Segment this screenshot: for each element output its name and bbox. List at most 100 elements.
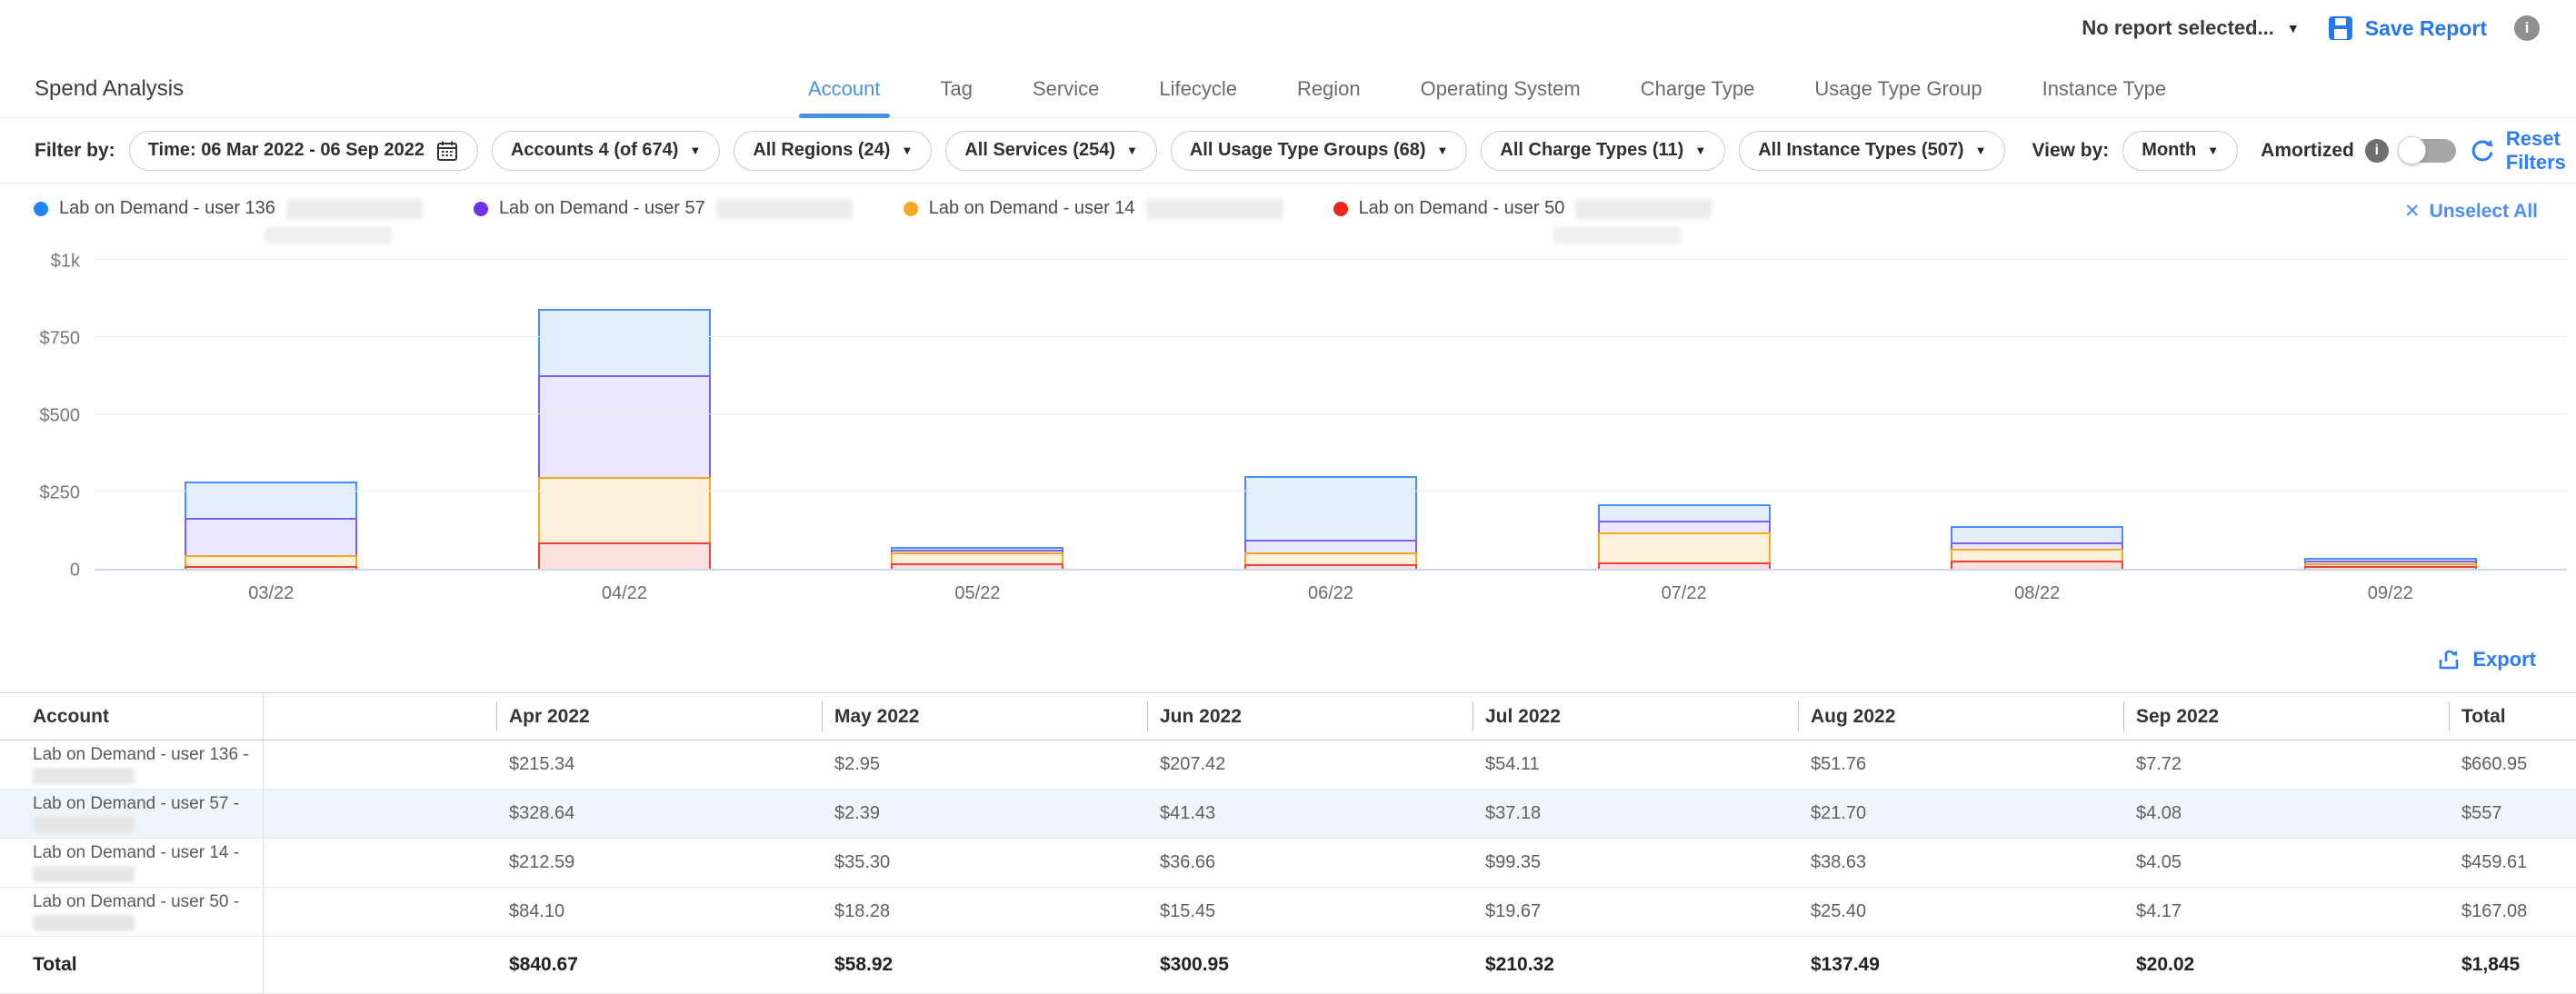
tab-charge-type[interactable]: Charge Type bbox=[1641, 77, 1755, 117]
info-icon[interactable]: i bbox=[2514, 15, 2540, 41]
filter-pill-all-charge-types-11[interactable]: All Charge Types (11)▼ bbox=[1481, 131, 1725, 171]
tab-usage-type-group[interactable]: Usage Type Group bbox=[1814, 77, 1982, 117]
tab-service[interactable]: Service bbox=[1033, 77, 1099, 117]
filter-pill-label: All Services (254) bbox=[964, 140, 1115, 161]
filter-pill-all-instance-types-507[interactable]: All Instance Types (507)▼ bbox=[1739, 131, 2005, 171]
legend-item-lab-on-demand-user-136[interactable]: Lab on Demand - user 136 bbox=[34, 198, 423, 219]
chart-segment-lab-on-demand-user-14[interactable] bbox=[1598, 532, 1771, 563]
chart-segment-lab-on-demand-user-50[interactable] bbox=[2304, 566, 2477, 569]
chart-segment-lab-on-demand-user-57[interactable] bbox=[1598, 521, 1771, 532]
chart-bars bbox=[95, 262, 2567, 569]
account-name: Lab on Demand - user 57 - bbox=[33, 794, 254, 814]
column-header-aug-2022: Aug 2022 bbox=[1798, 693, 2123, 740]
value-cell: $51.76 bbox=[1798, 741, 2123, 789]
table-header-row: AccountApr 2022May 2022Jun 2022Jul 2022A… bbox=[0, 693, 2576, 741]
chart-segment-lab-on-demand-user-50[interactable] bbox=[538, 542, 711, 569]
gridline bbox=[95, 336, 2567, 337]
chart-x-axis: 03/2204/2205/2206/2207/2208/2209/22 bbox=[95, 583, 2567, 604]
view-by-pill[interactable]: Month ▼ bbox=[2122, 131, 2238, 171]
info-icon[interactable]: i bbox=[2365, 139, 2389, 163]
chart-segment-lab-on-demand-user-136[interactable] bbox=[185, 482, 357, 519]
chart-segment-lab-on-demand-user-57[interactable] bbox=[1244, 540, 1417, 552]
amortized-toggle[interactable] bbox=[2400, 139, 2456, 163]
unselect-all-button[interactable]: ✕ Unselect All bbox=[2404, 200, 2538, 223]
redacted-text bbox=[33, 866, 135, 882]
table-row-lab-on-demand-user-14: Lab on Demand - user 14 -$212.59$35.30$3… bbox=[0, 838, 2576, 887]
value-cell: $54.11 bbox=[1473, 741, 1798, 789]
legend-label: Lab on Demand - user 14 bbox=[929, 198, 1135, 219]
chart-segment-lab-on-demand-user-14[interactable] bbox=[1951, 549, 2123, 561]
chart-segment-lab-on-demand-user-57[interactable] bbox=[538, 375, 711, 477]
account-name: Lab on Demand - user 136 - bbox=[33, 745, 254, 765]
chart-bar-03-22[interactable] bbox=[95, 262, 448, 569]
tabs: Account Tag Service Lifecycle Region Operatin… bbox=[808, 77, 2166, 117]
chart-segment-lab-on-demand-user-50[interactable] bbox=[891, 563, 1063, 569]
caret-down-icon: ▼ bbox=[2287, 22, 2300, 35]
gridline bbox=[95, 491, 2567, 492]
legend-label: Lab on Demand - user 57 bbox=[499, 198, 705, 219]
chart-segment-lab-on-demand-user-57[interactable] bbox=[1951, 542, 2123, 549]
save-report-button[interactable]: Save Report bbox=[2327, 15, 2487, 42]
chart-segment-lab-on-demand-user-14[interactable] bbox=[891, 552, 1063, 563]
legend-item-lab-on-demand-user-50[interactable]: Lab on Demand - user 50 bbox=[1333, 198, 1712, 219]
redacted-text bbox=[265, 226, 392, 244]
time-filter-label: Time: 06 Mar 2022 - 06 Sep 2022 bbox=[148, 140, 424, 161]
amortized-label: Amortized bbox=[2261, 140, 2354, 162]
caret-down-icon: ▼ bbox=[689, 144, 701, 156]
legend-item-lab-on-demand-user-14[interactable]: Lab on Demand - user 14 bbox=[904, 198, 1283, 219]
chart-segment-lab-on-demand-user-14[interactable] bbox=[185, 555, 357, 566]
chart-bar-stack bbox=[1951, 526, 2123, 569]
value-cell: $459.61 bbox=[2449, 839, 2576, 887]
x-axis-label: 03/22 bbox=[95, 583, 448, 604]
tab-account[interactable]: Account bbox=[808, 77, 881, 117]
filter-pill-all-usage-type-groups-68[interactable]: All Usage Type Groups (68)▼ bbox=[1171, 131, 1468, 171]
value-cell: $207.42 bbox=[1147, 741, 1473, 789]
chart-bar-stack bbox=[185, 482, 357, 569]
chart-segment-lab-on-demand-user-50[interactable] bbox=[185, 566, 357, 569]
chart-segment-lab-on-demand-user-136[interactable] bbox=[1244, 476, 1417, 541]
filter-pill-accounts-4-of-674[interactable]: Accounts 4 (of 674)▼ bbox=[492, 131, 720, 171]
save-report-label: Save Report bbox=[2365, 16, 2487, 41]
value-cell: $36.66 bbox=[1147, 839, 1473, 887]
chart-bar-09-22[interactable] bbox=[2213, 262, 2567, 569]
tab-tag[interactable]: Tag bbox=[941, 77, 973, 117]
chart-segment-lab-on-demand-user-14[interactable] bbox=[538, 477, 711, 542]
legend-dot bbox=[34, 202, 48, 216]
total-value-cell: $300.95 bbox=[1147, 937, 1473, 993]
reset-filters-button[interactable]: Reset Filters bbox=[2470, 127, 2566, 174]
chart-bar-04-22[interactable] bbox=[448, 262, 802, 569]
filter-pill-all-services-254[interactable]: All Services (254)▼ bbox=[945, 131, 1157, 171]
spend-table: AccountApr 2022May 2022Jun 2022Jul 2022A… bbox=[0, 692, 2576, 994]
x-axis-label: 05/22 bbox=[801, 583, 1154, 604]
tab-region[interactable]: Region bbox=[1297, 77, 1361, 117]
chart-segment-lab-on-demand-user-50[interactable] bbox=[1598, 562, 1771, 569]
tab-instance-type[interactable]: Instance Type bbox=[2042, 77, 2167, 117]
caret-down-icon: ▼ bbox=[1694, 144, 1706, 156]
chart-segment-lab-on-demand-user-57[interactable] bbox=[185, 518, 357, 554]
report-selector-dropdown[interactable]: No report selected... ▼ bbox=[2082, 16, 2299, 40]
chart-bar-stack bbox=[891, 547, 1063, 569]
chart-segment-lab-on-demand-user-50[interactable] bbox=[1244, 564, 1417, 569]
redacted-text bbox=[1146, 199, 1283, 219]
chart-segment-lab-on-demand-user-14[interactable] bbox=[1244, 552, 1417, 563]
x-axis-label: 08/22 bbox=[1861, 583, 2214, 604]
redacted-text bbox=[33, 915, 135, 931]
legend-dot bbox=[474, 202, 488, 216]
legend-item-lab-on-demand-user-57[interactable]: Lab on Demand - user 57 bbox=[474, 198, 853, 219]
total-value-cell: $210.32 bbox=[1473, 937, 1798, 993]
y-axis-tick-label: $250 bbox=[0, 483, 80, 504]
chart-bar-06-22[interactable] bbox=[1154, 262, 1508, 569]
time-filter-pill[interactable]: Time: 06 Mar 2022 - 06 Sep 2022 bbox=[129, 131, 478, 171]
chart-bar-08-22[interactable] bbox=[1861, 262, 2214, 569]
chart-bar-07-22[interactable] bbox=[1507, 262, 1861, 569]
table-total-row: Total$840.67$58.92$300.95$210.32$137.49$… bbox=[0, 936, 2576, 994]
tab-operating-system[interactable]: Operating System bbox=[1421, 77, 1581, 117]
filter-pill-all-regions-24[interactable]: All Regions (24)▼ bbox=[734, 131, 932, 171]
chart-segment-lab-on-demand-user-50[interactable] bbox=[1951, 561, 2123, 569]
chart-bar-05-22[interactable] bbox=[801, 262, 1154, 569]
chart-segment-lab-on-demand-user-136[interactable] bbox=[1951, 526, 2123, 542]
chart-segment-lab-on-demand-user-136[interactable] bbox=[538, 309, 711, 375]
chart-segment-lab-on-demand-user-136[interactable] bbox=[1598, 504, 1771, 521]
export-button[interactable]: Export bbox=[2436, 647, 2536, 672]
tab-lifecycle[interactable]: Lifecycle bbox=[1159, 77, 1237, 117]
